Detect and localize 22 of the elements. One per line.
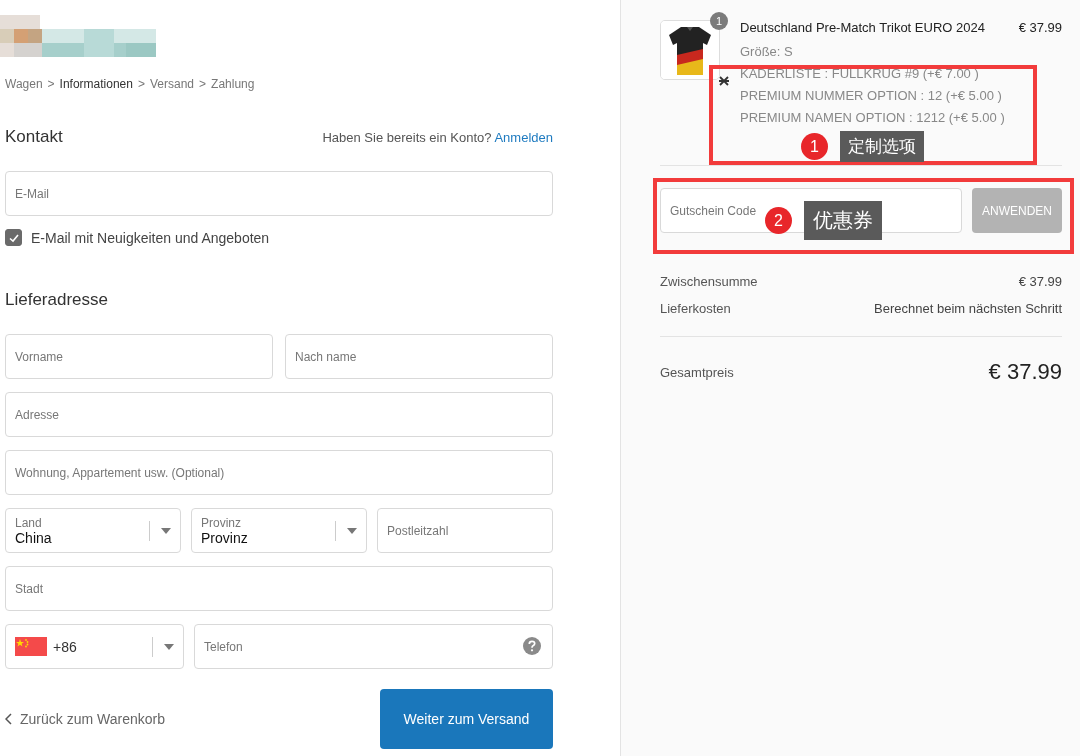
total-price: € 37.99 (988, 359, 1062, 385)
product-option: PREMIUM NAMEN OPTION : 1212 (+€ 5.00 ) (740, 107, 1062, 129)
summary-value: Berechnet beim nächsten Schritt (874, 301, 1062, 316)
section-title: Lieferadresse (5, 290, 109, 310)
quantity-badge: 1 (710, 12, 728, 30)
product-price: € 37.99 (1018, 20, 1062, 35)
section-title: Kontakt (5, 127, 63, 147)
breadcrumb-separator: > (199, 77, 207, 91)
summary-label: Zwischensumme (660, 274, 758, 289)
annotation-tooltip: 1 定制选项 (801, 131, 924, 162)
product-option: PREMIUM NUMMER OPTION : 12 (+€ 5.00 ) (740, 85, 1062, 107)
breadcrumb-separator: > (47, 77, 55, 91)
account-prompt: Haben Sie bereits ein Konto? (322, 130, 492, 145)
summary-label: Lieferkosten (660, 301, 731, 316)
breadcrumb-separator: > (138, 77, 145, 91)
product-name: Deutschland Pre-Match Trikot EURO 2024 (740, 20, 985, 35)
product-option: KADERLISTE : FULLKRUG #9 (+€ 7.00 ) (740, 63, 1062, 85)
summary-value: € 37.99 (1018, 274, 1062, 289)
product-size: Größe: S (740, 43, 794, 61)
annotation-tooltip: 2 优惠券 (765, 201, 882, 240)
newsletter-label: E-Mail mit Neuigkeiten und Angeboten (31, 229, 270, 246)
total-label: Gesamtpreis (660, 364, 734, 380)
